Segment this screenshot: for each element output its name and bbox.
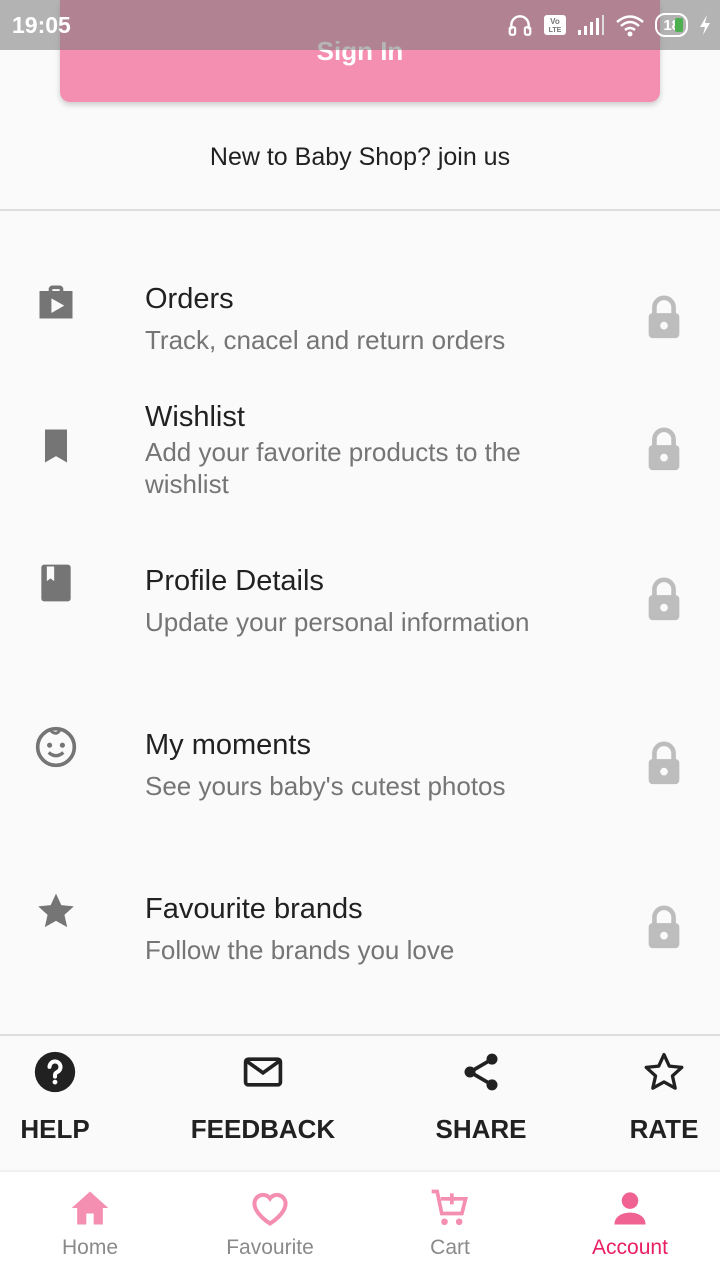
battery-icon: 18 (655, 13, 688, 37)
wifi-icon (616, 15, 645, 37)
heart-icon (252, 1192, 288, 1226)
share-label: SHARE (435, 1114, 527, 1144)
nav-home[interactable]: Home (0, 1186, 180, 1260)
nav-favourite[interactable]: Favourite (180, 1186, 360, 1260)
nav-account[interactable]: Account (540, 1186, 720, 1260)
menu-subtitle: Follow the brands you love (145, 935, 455, 965)
status-time: 19:05 (12, 12, 71, 38)
nav-cart[interactable]: Cart (360, 1186, 540, 1260)
account-icon (614, 1192, 646, 1225)
lock-icon (648, 905, 680, 949)
svg-text:LTE: LTE (549, 27, 562, 34)
feedback-label: FEEDBACK (190, 1114, 336, 1144)
help-label: HELP (20, 1114, 90, 1144)
lock-icon (648, 295, 680, 339)
shopping-bag-play-icon (39, 285, 73, 319)
menu-subtitle: Add your favorite products to the wishli… (145, 437, 521, 499)
nav-account-label: Account (592, 1236, 668, 1259)
bottom-navigation: Home Favourite Cart Account (0, 1172, 720, 1280)
divider-top (0, 209, 720, 211)
status-bar: 19:05 Vo LTE 18 (0, 0, 720, 50)
menu-title: Wishlist (145, 401, 245, 433)
home-icon (71, 1191, 109, 1225)
bookmark-icon (45, 429, 67, 463)
rate-button[interactable]: RATE (614, 1050, 714, 1145)
cart-icon (431, 1189, 468, 1226)
menu-subtitle: See yours baby's cutest photos (145, 771, 506, 801)
baby-face-icon (35, 726, 77, 768)
menu-title: Profile Details (145, 565, 324, 597)
divider-bottom (0, 1034, 720, 1036)
svg-text:Vo: Vo (550, 17, 560, 26)
help-button[interactable]: HELP (0, 1050, 110, 1145)
menu-title: Orders (145, 283, 234, 315)
lock-icon (648, 577, 680, 621)
book-icon (41, 564, 71, 602)
rate-label: RATE (629, 1114, 699, 1144)
headphones-icon (508, 15, 532, 36)
share-button[interactable]: SHARE (421, 1050, 541, 1145)
star-outline-icon (644, 1052, 684, 1090)
mail-icon (243, 1057, 283, 1087)
nav-favourite-label: Favourite (226, 1236, 314, 1259)
nav-cart-label: Cart (430, 1236, 470, 1259)
signal-icon (578, 15, 605, 35)
menu-subtitle: Update your personal information (145, 607, 530, 637)
star-icon (38, 893, 74, 928)
menu-title: Favourite brands (145, 893, 363, 925)
charging-icon (700, 15, 710, 35)
menu-subtitle: Track, cnacel and return orders (145, 325, 506, 355)
feedback-button[interactable]: FEEDBACK (183, 1050, 343, 1145)
status-icons: Vo LTE 18 (507, 10, 712, 40)
share-icon (464, 1053, 498, 1091)
lock-icon (648, 427, 680, 471)
lock-icon (648, 741, 680, 785)
join-link[interactable]: New to Baby Shop? join us (0, 143, 720, 172)
volte-icon: VoLTE (544, 15, 567, 35)
help-icon (34, 1051, 76, 1093)
menu-title: My moments (145, 729, 311, 761)
nav-home-label: Home (61, 1236, 119, 1259)
